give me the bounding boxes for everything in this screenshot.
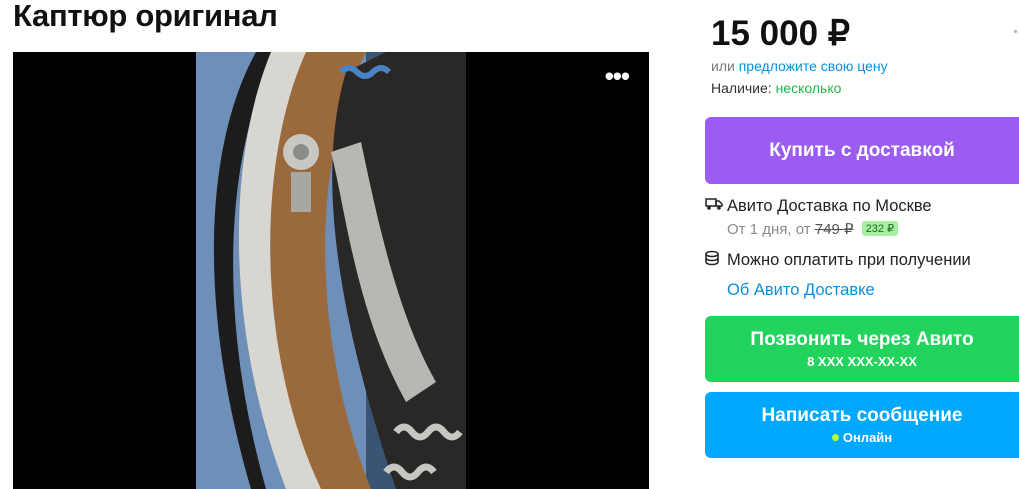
product-photo[interactable] [196, 52, 466, 489]
truck-icon [705, 197, 723, 216]
about-delivery-link[interactable]: Об Авито Доставке [727, 281, 875, 300]
call-button-label: Позвонить через Авито [750, 329, 974, 350]
payment-info: Можно оплатить при получении [705, 250, 971, 271]
message-button-label: Написать сообщение [761, 405, 963, 426]
offer-prefix: или [711, 58, 735, 74]
availability-value: несколько [775, 80, 842, 96]
availability-label: Наличие: [711, 80, 772, 96]
delivery-old-price: 749 ₽ [814, 221, 854, 238]
more-options-button[interactable]: ••• [605, 63, 630, 89]
message-button[interactable]: Написать сообщение Онлайн [705, 392, 1019, 458]
pay-on-receipt: Можно оплатить при получении [727, 250, 971, 269]
delivery-terms: От 1 дня, от 749 ₽ 232 ₽ [727, 220, 899, 238]
offer-price-row: или предложите свою цену [711, 58, 888, 74]
photo-gallery[interactable]: ••• [13, 52, 649, 489]
online-dot-icon [831, 434, 839, 441]
buy-with-delivery-button[interactable]: Купить с доставкой [705, 117, 1019, 184]
coins-icon [705, 250, 723, 271]
delivery-days: От 1 дня, от [727, 221, 811, 238]
offer-price-link[interactable]: предложите свою цену [739, 58, 888, 74]
price: 15 000 ₽ [711, 14, 851, 53]
online-status-label: Онлайн [842, 430, 893, 445]
call-button[interactable]: Позвонить через Авито 8 XXX XXX-XX-XX [705, 316, 1019, 382]
availability: Наличие: несколько [711, 80, 841, 96]
delivery-title: Авито Доставка по Москве [727, 197, 932, 215]
delivery-info: Авито Доставка по Москве [705, 197, 932, 216]
online-status: Онлайн [705, 430, 1019, 445]
edge-dot-icon [1014, 30, 1017, 33]
delivery-price-badge: 232 ₽ [861, 221, 899, 236]
phone-number: 8 XXX XXX-XX-XX [807, 354, 917, 369]
listing-title: Каптюр оригинал [13, 0, 278, 33]
